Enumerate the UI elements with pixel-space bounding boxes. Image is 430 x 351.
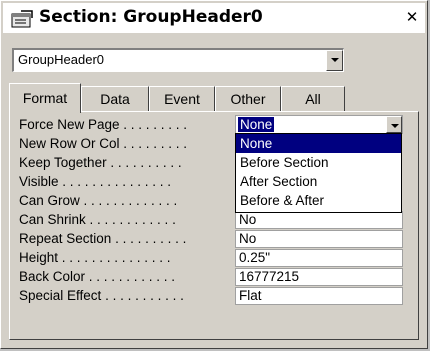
property-label-force-new-page[interactable]: Force New Page . . . . . . . . . <box>19 116 229 134</box>
title-bar[interactable]: Section: GroupHeader0 ✕ <box>3 3 425 33</box>
dropdown-option-after-section[interactable]: After Section <box>236 172 401 191</box>
properties-sheet-icon <box>11 10 33 28</box>
leader-dots: . . . . . . . . . . <box>111 231 187 246</box>
force-new-page-combo[interactable]: None <box>235 115 403 134</box>
property-name: Back Color <box>19 269 86 284</box>
chevron-down-icon[interactable] <box>326 50 343 71</box>
property-label-keep-together[interactable]: Keep Together . . . . . . . . . . <box>19 154 229 172</box>
leader-dots: . . . . . . . . . <box>119 117 188 132</box>
tab-data[interactable]: Data <box>81 86 149 112</box>
property-label-new-row-or-col[interactable]: New Row Or Col . . . . . . . . . <box>19 135 229 153</box>
property-name: Force New Page <box>19 117 120 132</box>
tab-label: Other <box>230 91 266 107</box>
property-name: Special Effect <box>19 288 102 303</box>
leader-dots: . . . . . . . . . . . . . . . <box>58 250 171 265</box>
special-effect-field[interactable]: Flat <box>235 287 403 305</box>
force-new-page-dropdown-list: None Before Section After Section Before… <box>235 133 402 213</box>
property-name: Repeat Section <box>19 231 112 246</box>
object-selector-value: GroupHeader0 <box>18 52 104 67</box>
property-name: Visible <box>19 174 59 189</box>
object-selector[interactable]: GroupHeader0 <box>12 48 344 72</box>
can-shrink-field[interactable]: No <box>235 211 403 229</box>
property-name: Can Shrink <box>19 212 86 227</box>
window-title: Section: GroupHeader0 <box>39 7 263 27</box>
property-label-back-color[interactable]: Back Color . . . . . . . . . . . . <box>19 268 229 286</box>
leader-dots: . . . . . . . . . . <box>106 155 182 170</box>
property-name: Can Grow <box>19 193 80 208</box>
leader-dots: . . . . . . . . . . . <box>101 288 184 303</box>
dropdown-option-before-and-after[interactable]: Before & After <box>236 191 401 210</box>
property-label-visible[interactable]: Visible . . . . . . . . . . . . . . . <box>19 173 229 191</box>
property-label-repeat-section[interactable]: Repeat Section . . . . . . . . . . <box>19 230 229 248</box>
leader-dots: . . . . . . . . . . . . . <box>79 193 178 208</box>
repeat-section-field[interactable]: No <box>235 230 403 248</box>
tab-event[interactable]: Event <box>149 86 215 112</box>
close-button[interactable]: ✕ <box>403 8 421 26</box>
tab-label: Event <box>164 91 200 107</box>
leader-dots: . . . . . . . . . <box>119 136 188 151</box>
dropdown-option-before-section[interactable]: Before Section <box>236 153 401 172</box>
dropdown-option-none[interactable]: None <box>236 134 401 153</box>
tab-label: All <box>305 91 321 107</box>
chevron-down-icon[interactable] <box>386 116 402 133</box>
leader-dots: . . . . . . . . . . . . <box>85 269 176 284</box>
back-color-field[interactable]: 16777215 <box>235 268 403 286</box>
height-field[interactable]: 0.25" <box>235 249 403 267</box>
tab-label: Data <box>100 91 130 107</box>
leader-dots: . . . . . . . . . . . . . . . <box>58 174 172 189</box>
property-name: Height <box>19 250 59 265</box>
property-name: Keep Together <box>19 155 107 170</box>
tab-format[interactable]: Format <box>9 83 81 113</box>
leader-dots: . . . . . . . . . . . . <box>85 212 176 227</box>
property-label-can-shrink[interactable]: Can Shrink . . . . . . . . . . . . <box>19 211 229 229</box>
tab-label: Format <box>22 90 68 106</box>
tab-all[interactable]: All <box>281 86 345 112</box>
property-label-height[interactable]: Height . . . . . . . . . . . . . . . <box>19 249 229 267</box>
property-label-can-grow[interactable]: Can Grow . . . . . . . . . . . . . <box>19 192 229 210</box>
properties-window: Section: GroupHeader0 ✕ GroupHeader0 For… <box>0 0 428 349</box>
force-new-page-value: None <box>238 117 275 132</box>
property-name: New Row Or Col <box>19 136 120 151</box>
property-label-special-effect[interactable]: Special Effect . . . . . . . . . . . <box>19 287 229 305</box>
tab-other[interactable]: Other <box>215 86 281 112</box>
